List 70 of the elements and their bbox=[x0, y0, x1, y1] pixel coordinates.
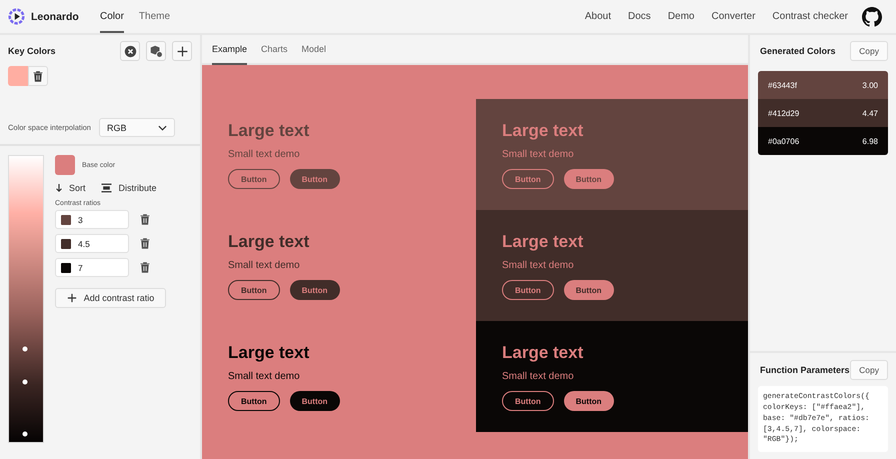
filled-button[interactable]: Button bbox=[290, 280, 340, 300]
section-title: Function Parameters bbox=[760, 365, 850, 376]
outline-button[interactable]: Button bbox=[502, 391, 554, 411]
ratio-value: 7 bbox=[78, 262, 83, 272]
ratio-value: 4.5 bbox=[78, 238, 90, 248]
distribute-button[interactable]: Distribute bbox=[100, 183, 157, 193]
large-text: Large text bbox=[228, 121, 310, 141]
nav-tab[interactable]: Theme bbox=[138, 0, 170, 33]
view-tab[interactable]: Charts bbox=[261, 35, 288, 65]
trash-icon[interactable] bbox=[139, 261, 151, 274]
nav-link[interactable]: Converter bbox=[712, 11, 756, 22]
github-icon[interactable] bbox=[862, 6, 882, 26]
contrast-value: 3.00 bbox=[862, 80, 878, 90]
cube-icon bbox=[149, 44, 163, 58]
outline-button[interactable]: Button bbox=[502, 280, 554, 300]
base-color-swatch[interactable] bbox=[55, 155, 75, 175]
section-title: Key Colors bbox=[8, 46, 56, 56]
outline-button[interactable]: Button bbox=[228, 280, 280, 300]
ratio-value: 3 bbox=[78, 214, 83, 224]
large-text: Large text bbox=[228, 343, 310, 363]
ratio-input[interactable]: 4.5 bbox=[55, 234, 129, 253]
app-name: Leonardo bbox=[31, 10, 79, 22]
hex-value: #63443f bbox=[768, 80, 797, 90]
plus-icon bbox=[176, 44, 188, 58]
large-text: Large text bbox=[502, 343, 584, 363]
large-text: Large text bbox=[502, 121, 584, 141]
nav-tab[interactable]: Color bbox=[100, 0, 124, 33]
filled-button[interactable]: Button bbox=[564, 391, 614, 411]
small-text: Small text demo bbox=[228, 149, 301, 160]
clear-button[interactable] bbox=[120, 41, 140, 61]
interpolation-dropdown[interactable]: RGB bbox=[98, 118, 175, 137]
logo-icon bbox=[8, 8, 25, 25]
section-title: Generated Colors bbox=[760, 46, 836, 56]
trash-icon[interactable] bbox=[139, 213, 151, 226]
ratio-input[interactable]: 3 bbox=[55, 210, 129, 229]
trash-icon bbox=[32, 70, 44, 82]
hex-value: #0a0706 bbox=[768, 136, 800, 146]
filled-button[interactable]: Button bbox=[564, 280, 614, 300]
close-icon bbox=[124, 44, 136, 58]
view-tab[interactable]: Model bbox=[302, 35, 326, 65]
nav-link[interactable]: Contrast checker bbox=[772, 11, 848, 22]
hex-value: #412d29 bbox=[768, 108, 800, 118]
outline-button[interactable]: Button bbox=[228, 391, 280, 411]
contrast-value: 4.47 bbox=[862, 108, 878, 118]
arrow-down-icon bbox=[55, 183, 63, 193]
trash-icon[interactable] bbox=[139, 237, 151, 250]
sort-button[interactable]: Sort bbox=[55, 183, 86, 193]
nav-link[interactable]: Docs bbox=[628, 11, 651, 22]
copy-button[interactable]: Copy bbox=[850, 360, 888, 380]
copy-button[interactable]: Copy bbox=[850, 41, 888, 61]
large-text: Large text bbox=[502, 232, 584, 252]
small-text: Small text demo bbox=[502, 149, 575, 160]
contrast-value: 6.98 bbox=[862, 136, 878, 146]
plus-icon bbox=[66, 293, 77, 303]
small-text: Small text demo bbox=[502, 371, 575, 382]
chevron-icon bbox=[158, 124, 167, 130]
key-color-swatch[interactable] bbox=[8, 66, 28, 86]
nav-link[interactable]: About bbox=[584, 11, 612, 22]
filled-button[interactable]: Button bbox=[290, 391, 340, 411]
small-text: Small text demo bbox=[502, 260, 575, 271]
small-text: Small text demo bbox=[228, 371, 301, 382]
distribute-icon bbox=[100, 183, 113, 193]
generate-button[interactable] bbox=[146, 41, 166, 61]
ratio-input[interactable]: 7 bbox=[55, 258, 129, 277]
small-text: Small text demo bbox=[228, 260, 301, 271]
delete-button[interactable] bbox=[28, 66, 48, 86]
nav-link[interactable]: Demo bbox=[668, 11, 694, 22]
add-button[interactable] bbox=[172, 41, 192, 61]
large-text: Large text bbox=[228, 232, 310, 252]
add-contrast-ratio-button[interactable]: Add contrast ratio bbox=[55, 288, 166, 308]
